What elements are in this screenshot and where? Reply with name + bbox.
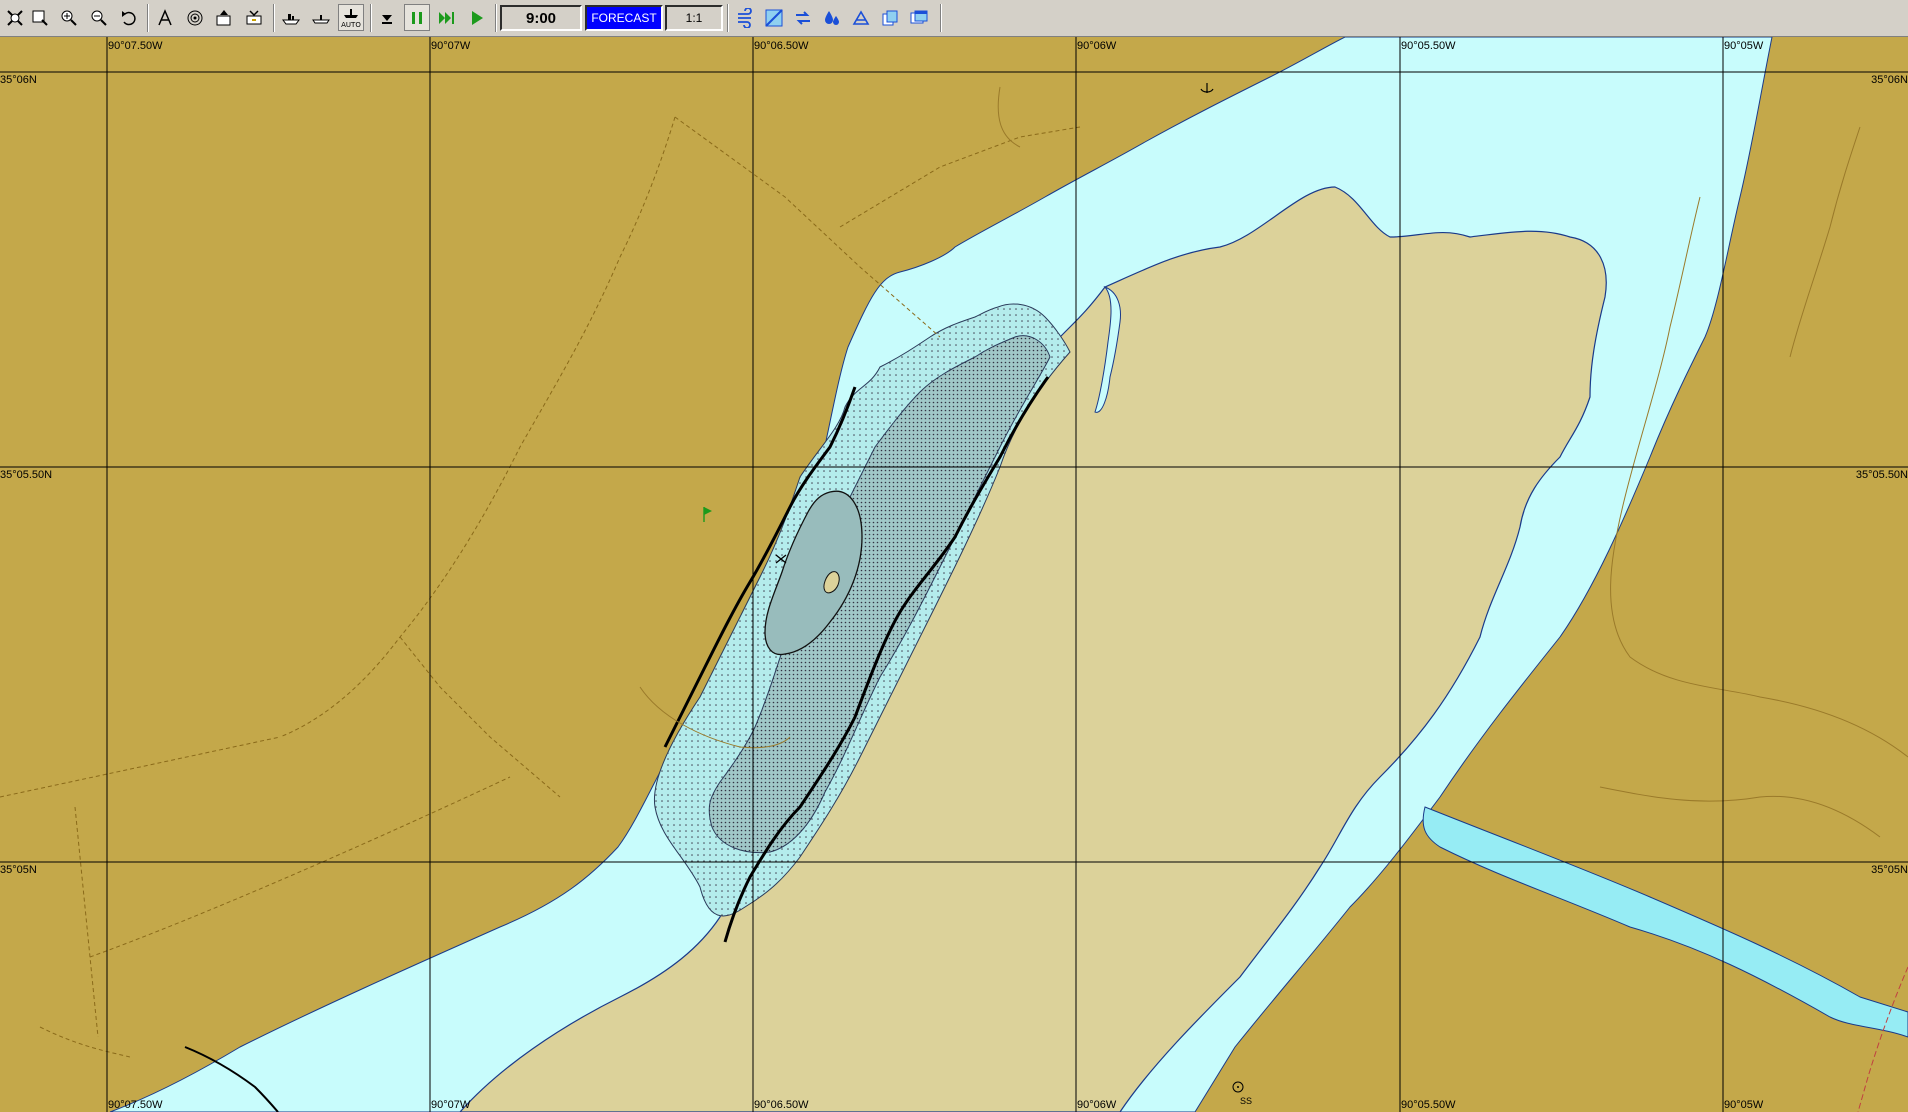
dropdown-icon[interactable] bbox=[374, 4, 400, 31]
longitude-label-top: 90°05.50W bbox=[1401, 40, 1456, 52]
latitude-label-right: 35°05N bbox=[1871, 864, 1908, 876]
auto-label: AUTO bbox=[341, 21, 361, 29]
grid-map-icon[interactable] bbox=[761, 4, 787, 31]
toolbar-separator bbox=[727, 4, 729, 32]
window-icon[interactable] bbox=[906, 4, 932, 31]
forecast-button[interactable]: FORECAST bbox=[585, 5, 663, 31]
toolbar-separator bbox=[940, 4, 942, 32]
toolbar: AUTO 9:00 FORECAST 1:1 bbox=[0, 0, 1908, 37]
measure-tool-icon[interactable] bbox=[152, 4, 178, 31]
toolbar-separator bbox=[370, 4, 372, 32]
play-icon[interactable] bbox=[464, 4, 490, 31]
longitude-label-top: 90°07W bbox=[431, 40, 471, 52]
time-display: 9:00 bbox=[500, 5, 582, 31]
toolbar-separator bbox=[147, 4, 149, 32]
longitude-label-top: 90°07.50W bbox=[108, 40, 163, 52]
longitude-label-top: 90°05W bbox=[1724, 40, 1764, 52]
longitude-label-bottom: 90°07W bbox=[431, 1099, 471, 1111]
latitude-label-left: 35°05.50N bbox=[0, 469, 53, 481]
boat-icon[interactable] bbox=[308, 4, 334, 31]
longitude-label-bottom: 90°06W bbox=[1077, 1099, 1117, 1111]
layers-icon[interactable] bbox=[877, 4, 903, 31]
zoom-box-icon[interactable] bbox=[27, 4, 53, 31]
weathering-icon[interactable] bbox=[848, 4, 874, 31]
latitude-label-left: 35°05N bbox=[0, 864, 37, 876]
undo-view-icon[interactable] bbox=[116, 4, 142, 31]
spill-icon[interactable] bbox=[819, 4, 845, 31]
zoom-out-icon[interactable] bbox=[86, 4, 112, 31]
wind-icon[interactable] bbox=[732, 4, 758, 31]
ss-marker-label: SS bbox=[1240, 1096, 1252, 1106]
auto-icon[interactable]: AUTO bbox=[338, 4, 364, 31]
longitude-label-bottom: 90°06.50W bbox=[754, 1099, 809, 1111]
toolbar-separator bbox=[273, 4, 275, 32]
vessel-icon[interactable] bbox=[278, 4, 304, 31]
latitude-label-right: 35°06N bbox=[1871, 74, 1908, 86]
longitude-label-bottom: 90°05W bbox=[1724, 1099, 1764, 1111]
toolbar-separator bbox=[495, 4, 497, 32]
export-icon[interactable] bbox=[211, 4, 237, 31]
current-icon[interactable] bbox=[790, 4, 816, 31]
latitude-label-right: 35°05.50N bbox=[1855, 469, 1908, 481]
zoom-in-icon[interactable] bbox=[56, 4, 82, 31]
longitude-label-top: 90°06W bbox=[1077, 40, 1117, 52]
scale-display: 1:1 bbox=[665, 5, 723, 31]
longitude-label-bottom: 90°05.50W bbox=[1401, 1099, 1456, 1111]
print-icon[interactable] bbox=[241, 4, 267, 31]
pause-icon[interactable] bbox=[404, 4, 430, 31]
longitude-label-top: 90°06.50W bbox=[754, 40, 809, 52]
chart-canvas: SS bbox=[0, 37, 1908, 1112]
latitude-label-left: 35°06N bbox=[0, 74, 37, 86]
select-tool-icon[interactable] bbox=[2, 4, 28, 31]
longitude-label-bottom: 90°07.50W bbox=[108, 1099, 163, 1111]
fast-forward-icon[interactable] bbox=[434, 4, 460, 31]
target-icon[interactable] bbox=[182, 4, 208, 31]
chart-map[interactable]: SS 90°07.50W 90°07W 90°06.50W 90°06W 90°… bbox=[0, 37, 1908, 1112]
